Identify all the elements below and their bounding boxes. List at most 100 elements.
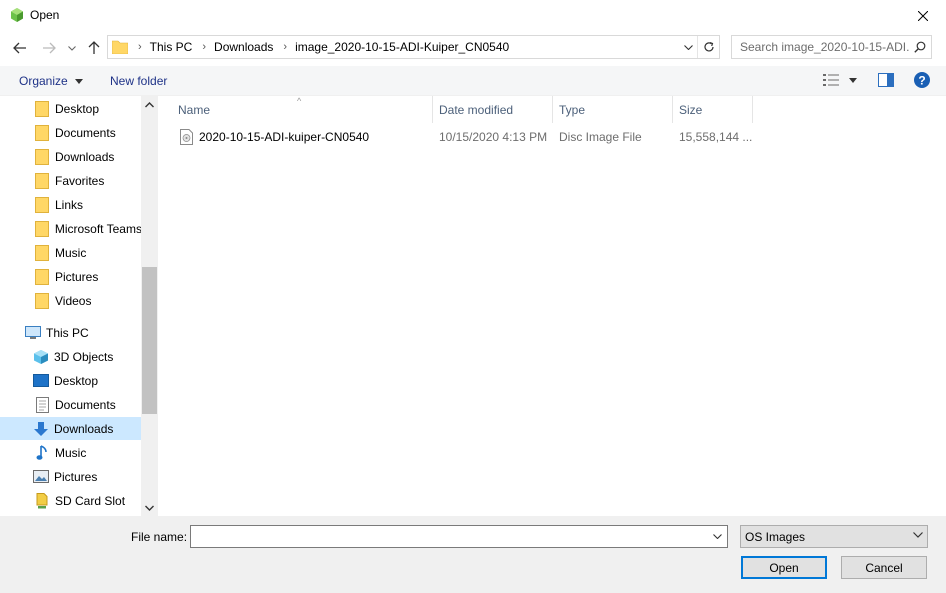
file-row[interactable]: 2020-10-15-ADI-kuiper-CN0540 10/15/2020 … xyxy=(174,126,754,148)
chevron-down-icon xyxy=(913,532,923,538)
file-type-filter[interactable]: OS Images xyxy=(740,525,928,548)
sidebar-item-documents-pc[interactable]: Documents xyxy=(0,393,141,416)
sidebar-item-this-pc[interactable]: This PC xyxy=(0,321,141,344)
recent-locations-button[interactable] xyxy=(64,35,80,61)
sidebar-item-downloads[interactable]: Downloads xyxy=(0,145,141,168)
preview-pane-button[interactable] xyxy=(878,73,894,87)
breadcrumb-current-folder[interactable]: image_2020-10-15-ADI-Kuiper_CN0540 xyxy=(295,40,509,54)
sidebar-item-label: Pictures xyxy=(55,269,99,284)
file-type-filter-value: OS Images xyxy=(745,529,806,544)
sidebar-item-label: Pictures xyxy=(54,469,98,484)
chevron-right-icon: › xyxy=(202,41,207,53)
chevron-right-icon: › xyxy=(283,41,288,53)
breadcrumb-this-pc[interactable]: This PC xyxy=(150,40,193,54)
sidebar-item-sd-card-slot[interactable]: SD Card Slot xyxy=(0,489,141,512)
folder-icon xyxy=(112,40,128,54)
navigation-pane: Desktop Documents Downloads Favorites Li… xyxy=(0,96,141,516)
chevron-down-icon xyxy=(683,44,693,50)
close-button[interactable] xyxy=(900,0,946,31)
sidebar-item-downloads-pc[interactable]: Downloads xyxy=(0,417,141,440)
help-icon: ? xyxy=(914,72,930,88)
scroll-up-button[interactable] xyxy=(141,96,158,113)
file-date-modified: 10/15/2020 4:13 PM xyxy=(439,130,548,144)
sidebar-item-label: This PC xyxy=(46,325,89,340)
file-name-input[interactable] xyxy=(190,525,728,548)
sidebar-item-desktop[interactable]: Desktop xyxy=(0,97,141,120)
documents-icon xyxy=(34,396,50,413)
navigation-scrollbar[interactable] xyxy=(141,96,158,516)
new-folder-button[interactable]: New folder xyxy=(110,74,167,88)
sidebar-item-desktop-pc[interactable]: Desktop xyxy=(0,369,141,392)
chevron-right-icon: › xyxy=(138,41,142,53)
folder-icon xyxy=(34,292,50,309)
music-icon xyxy=(34,444,50,461)
arrow-up-icon xyxy=(88,41,100,54)
svg-text:?: ? xyxy=(918,73,925,87)
sidebar-item-label: Desktop xyxy=(55,101,100,116)
sidebar-item-3d-objects[interactable]: 3D Objects xyxy=(0,345,141,368)
chevron-down-icon xyxy=(68,45,76,51)
sidebar-item-pictures-folder[interactable]: Pictures xyxy=(0,265,141,288)
sidebar-item-label: Microsoft Teams xyxy=(54,221,141,236)
breadcrumb-downloads[interactable]: Downloads xyxy=(214,40,273,54)
address-history-button[interactable] xyxy=(679,36,697,58)
chevron-up-icon xyxy=(145,101,154,107)
command-bar: Organize New folder ? xyxy=(0,66,946,96)
search-box[interactable]: Search image_2020-10-15-ADI... xyxy=(731,35,932,59)
folder-icon xyxy=(34,148,50,165)
sidebar-item-label: SD Card Slot xyxy=(55,493,126,508)
organize-button[interactable]: Organize xyxy=(19,74,84,88)
column-header-type[interactable]: Type xyxy=(553,96,673,123)
sidebar-item-links[interactable]: Links xyxy=(0,193,141,216)
refresh-icon xyxy=(703,41,714,52)
file-size: 15,558,144 ... xyxy=(679,130,753,144)
folder-icon xyxy=(34,220,50,237)
help-button[interactable]: ? xyxy=(914,72,930,88)
column-header-name[interactable]: Name xyxy=(172,96,433,123)
sidebar-item-label: Favorites xyxy=(55,173,105,188)
cancel-button[interactable]: Cancel xyxy=(841,556,927,579)
address-bar[interactable]: › This PC › Downloads › image_2020-10-15… xyxy=(107,35,720,59)
folder-icon xyxy=(34,172,50,189)
back-button[interactable] xyxy=(10,35,30,61)
chevron-down-icon xyxy=(145,505,154,511)
disc-image-file-icon xyxy=(180,129,193,148)
file-name: 2020-10-15-ADI-kuiper-CN0540 xyxy=(199,130,370,144)
sidebar-item-label: Music xyxy=(55,245,87,260)
3d-objects-icon xyxy=(33,349,49,365)
preview-pane-icon xyxy=(878,73,894,87)
sidebar-item-label: Documents xyxy=(55,397,116,412)
app-icon xyxy=(11,8,23,22)
downloads-icon xyxy=(33,421,49,437)
sidebar-item-music-folder[interactable]: Music xyxy=(0,241,141,264)
organize-label: Organize xyxy=(19,74,68,88)
sidebar-item-music-pc[interactable]: Music xyxy=(0,441,141,464)
folder-icon xyxy=(34,244,50,261)
navigation-bar: › This PC › Downloads › image_2020-10-15… xyxy=(0,35,946,61)
dialog-footer: File name: OS Images Open Cancel xyxy=(0,516,946,593)
forward-button[interactable] xyxy=(39,35,59,61)
column-header-size[interactable]: Size xyxy=(673,96,753,123)
sidebar-item-pictures-pc[interactable]: Pictures xyxy=(0,465,141,488)
sd-card-icon xyxy=(34,492,50,509)
column-header-date-modified[interactable]: Date modified xyxy=(433,96,553,123)
scroll-down-button[interactable] xyxy=(141,499,158,516)
sidebar-item-favorites[interactable]: Favorites xyxy=(0,169,141,192)
caret-down-icon xyxy=(849,77,857,83)
scrollbar-thumb[interactable] xyxy=(142,267,157,414)
chevron-down-icon xyxy=(712,534,722,539)
arrow-right-icon xyxy=(43,42,56,54)
open-button[interactable]: Open xyxy=(741,556,827,579)
details-view-icon xyxy=(823,74,839,86)
refresh-button[interactable] xyxy=(697,36,719,58)
arrow-left-icon xyxy=(13,42,26,54)
sidebar-item-microsoft-teams[interactable]: Microsoft Teams xyxy=(0,217,141,240)
desktop-icon xyxy=(33,373,49,389)
change-view-button[interactable] xyxy=(823,73,857,87)
file-name-history-button[interactable] xyxy=(708,526,726,547)
sidebar-item-videos[interactable]: Videos xyxy=(0,289,141,312)
up-button[interactable] xyxy=(85,35,103,61)
search-input[interactable]: Search image_2020-10-15-ADI... xyxy=(740,40,909,54)
sidebar-item-documents[interactable]: Documents xyxy=(0,121,141,144)
sidebar-item-label: Desktop xyxy=(54,373,99,388)
